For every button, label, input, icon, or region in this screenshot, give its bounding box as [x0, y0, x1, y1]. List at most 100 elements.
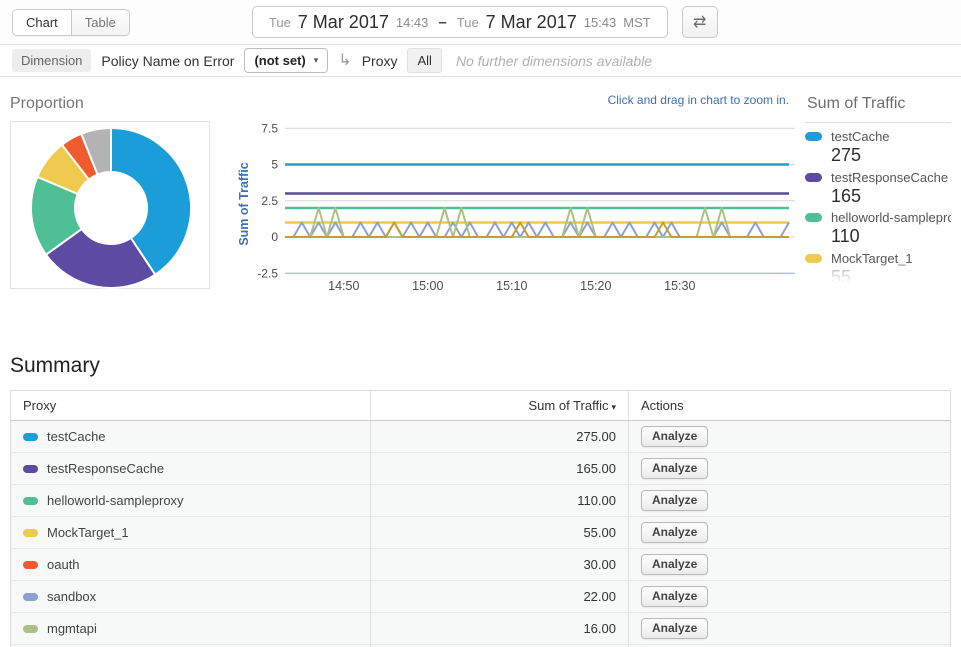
dimension-chip: Dimension	[12, 49, 91, 72]
main-content: Proportion Click and drag in chart to zo…	[0, 77, 961, 647]
legend-item-value: 275	[831, 144, 951, 167]
summary-header-row: Proxy Sum of Traffic▾ Actions	[11, 391, 951, 421]
proxy-name: MockTarget_1	[47, 525, 129, 540]
zoom-hint-text: Click and drag in chart to zoom in.	[235, 89, 795, 109]
analyze-button-MockTarget_1[interactable]: Analyze	[641, 522, 708, 543]
traffic-line-chart[interactable]: 7.552.50-2.514:5015:0015:1015:2015:30Sum…	[235, 109, 795, 301]
chart-view-button[interactable]: Chart	[13, 10, 71, 35]
sum-of-traffic-value: 275.00	[371, 421, 629, 453]
legend-title: Sum of Traffic	[805, 89, 951, 123]
timezone-label: MST	[623, 15, 650, 30]
top-toolbar: Chart Table Tue 7 Mar 2017 14:43 – Tue 7…	[0, 0, 961, 45]
dimension-value-dropdown[interactable]: (not set) ▾	[244, 48, 328, 73]
end-day: Tue	[457, 15, 479, 30]
table-row-oauth: oauth 30.00 Analyze	[11, 549, 951, 581]
column-header-sum-of-traffic[interactable]: Sum of Traffic▾	[371, 391, 629, 421]
table-row-testCache: testCache 275.00 Analyze	[11, 421, 951, 453]
proxy-swatch	[23, 497, 38, 505]
x-tick-label: 15:20	[580, 279, 611, 293]
summary-section: Summary Proxy Sum of Traffic▾ Actions te…	[10, 354, 951, 647]
column-header-actions: Actions	[629, 391, 951, 421]
start-time: 14:43	[396, 15, 429, 30]
y-tick-label: 7.5	[261, 121, 278, 135]
analyze-button-mgmtapi[interactable]: Analyze	[641, 618, 708, 639]
x-tick-label: 15:10	[496, 279, 527, 293]
proxy-name: sandbox	[47, 589, 96, 604]
table-row-mgmtapi: mgmtapi 16.00 Analyze	[11, 613, 951, 645]
y-tick-label: -2.5	[257, 266, 278, 280]
column-header-proxy[interactable]: Proxy	[11, 391, 371, 421]
analyze-button-sandbox[interactable]: Analyze	[641, 586, 708, 607]
end-date: 7 Mar 2017	[486, 12, 577, 33]
refresh-button[interactable]: ⇄	[682, 6, 718, 38]
table-row-MockTarget_1: MockTarget_1 55.00 Analyze	[11, 517, 951, 549]
analyze-button-testCache[interactable]: Analyze	[641, 426, 708, 447]
legend-item-name: helloworld-sampleproxy	[831, 210, 951, 225]
analyze-button-oauth[interactable]: Analyze	[641, 554, 708, 575]
proportion-donut-chart[interactable]	[11, 122, 211, 290]
sum-of-traffic-value: 110.00	[371, 485, 629, 517]
proxy-swatch	[23, 593, 38, 601]
legend-swatch	[805, 213, 822, 222]
drilldown-arrow-icon: ↳	[338, 53, 351, 69]
proxy-name: testCache	[47, 429, 106, 444]
table-view-button[interactable]: Table	[71, 10, 129, 35]
legend-panel: Sum of Traffic testCache275testResponseC…	[805, 89, 951, 283]
table-row-helloworld-sampleproxy: helloworld-sampleproxy 110.00 Analyze	[11, 485, 951, 517]
no-dimensions-note: No further dimensions available	[456, 53, 652, 69]
end-time: 15:43	[584, 15, 617, 30]
legend-item-name: testCache	[831, 129, 890, 144]
proxy-name: oauth	[47, 557, 80, 572]
proxy-name: testResponseCache	[47, 461, 164, 476]
table-row-sandbox: sandbox 22.00 Analyze	[11, 581, 951, 613]
analyze-button-testResponseCache[interactable]: Analyze	[641, 458, 708, 479]
sum-of-traffic-value: 22.00	[371, 581, 629, 613]
sort-desc-icon: ▾	[611, 402, 616, 412]
summary-title: Summary	[10, 354, 951, 378]
legend-swatch	[805, 254, 822, 263]
x-tick-label: 15:30	[664, 279, 695, 293]
drilldown-value-button[interactable]: All	[407, 48, 441, 73]
legend-swatch	[805, 173, 822, 182]
legend-item-value: 55	[831, 266, 951, 284]
table-row-testResponseCache: testResponseCache 165.00 Analyze	[11, 453, 951, 485]
proxy-name: mgmtapi	[47, 621, 97, 636]
legend-item-helloworld-sampleproxy[interactable]: helloworld-sampleproxy110	[805, 210, 951, 248]
start-date: 7 Mar 2017	[298, 12, 389, 33]
y-tick-label: 5	[271, 158, 278, 172]
legend-item-name: MockTarget_1	[831, 251, 913, 266]
analyze-button-helloworld-sampleproxy[interactable]: Analyze	[641, 490, 708, 511]
sum-of-traffic-value: 55.00	[371, 517, 629, 549]
legend-item-value: 165	[831, 185, 951, 208]
dimension-name: Policy Name on Error	[101, 53, 234, 69]
legend-items[interactable]: testCache275testResponseCache165hellowor…	[805, 123, 951, 283]
legend-item-name: testResponseCache	[831, 170, 948, 185]
start-day: Tue	[269, 15, 291, 30]
sum-of-traffic-value: 165.00	[371, 453, 629, 485]
proxy-swatch	[23, 561, 38, 569]
y-tick-label: 2.5	[261, 194, 278, 208]
drilldown-name: Proxy	[362, 53, 398, 69]
date-range-picker[interactable]: Tue 7 Mar 2017 14:43 – Tue 7 Mar 2017 15…	[252, 6, 668, 38]
proxy-swatch	[23, 529, 38, 537]
proportion-donut-card	[10, 121, 210, 289]
chevron-down-icon: ▾	[314, 55, 319, 66]
legend-item-value: 110	[831, 225, 951, 248]
refresh-icon: ⇄	[693, 14, 706, 31]
charts-row: Proportion Click and drag in chart to zo…	[10, 89, 951, 306]
proxy-name: helloworld-sampleproxy	[47, 493, 184, 508]
sum-of-traffic-value: 16.00	[371, 613, 629, 645]
proxy-swatch	[23, 433, 38, 441]
proportion-title: Proportion	[10, 95, 210, 113]
sum-of-traffic-value: 30.00	[371, 549, 629, 581]
line-chart-section: Click and drag in chart to zoom in. 7.5 5…	[235, 89, 795, 306]
x-tick-label: 14:50	[328, 279, 359, 293]
dimension-bar: Dimension Policy Name on Error (not set)…	[0, 45, 961, 77]
legend-item-testResponseCache[interactable]: testResponseCache165	[805, 170, 951, 208]
summary-table: Proxy Sum of Traffic▾ Actions testCache 2…	[10, 390, 951, 647]
legend-swatch	[805, 132, 822, 141]
legend-item-MockTarget_1[interactable]: MockTarget_155	[805, 251, 951, 284]
dimension-value: (not set)	[254, 53, 305, 68]
view-toggle: Chart Table	[12, 9, 130, 36]
legend-item-testCache[interactable]: testCache275	[805, 129, 951, 167]
